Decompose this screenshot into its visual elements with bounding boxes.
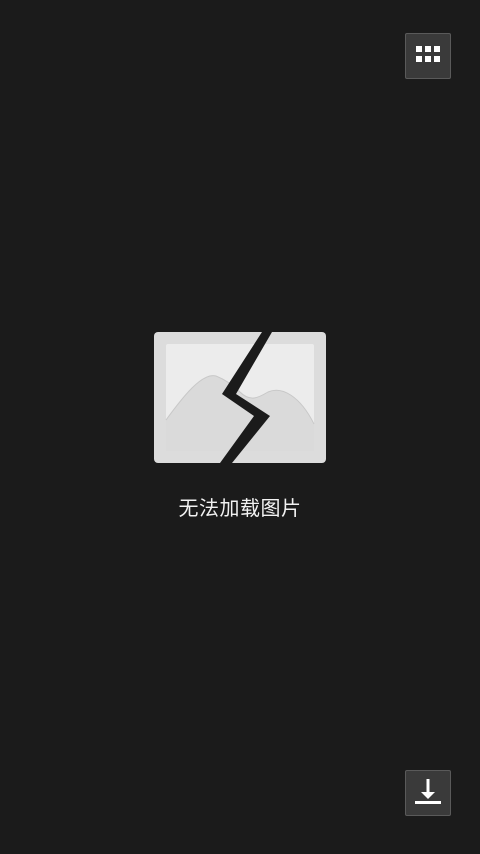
grid-icon: [415, 44, 441, 68]
download-button[interactable]: [405, 770, 451, 816]
image-viewer-screen: 无法加载图片: [0, 0, 480, 854]
grid-view-button[interactable]: [405, 33, 451, 79]
broken-image-icon: [154, 332, 326, 463]
load-error-message: 无法加载图片: [178, 496, 302, 520]
download-icon: [413, 776, 443, 810]
